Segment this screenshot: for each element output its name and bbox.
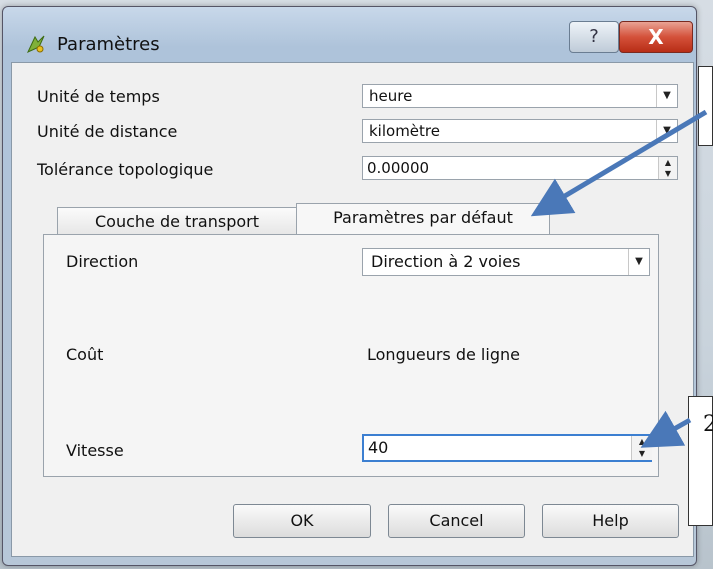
callout-box-top xyxy=(698,66,713,146)
tolerance-value: 0.00000 xyxy=(367,159,430,177)
chevron-down-icon: ▼ xyxy=(628,249,649,275)
cost-label: Coût xyxy=(66,345,104,364)
direction-select[interactable]: Direction à 2 voies ▼ xyxy=(362,248,650,276)
help-button[interactable]: Help xyxy=(542,504,679,538)
close-button[interactable]: X xyxy=(619,21,693,53)
tolerance-spinbox[interactable]: 0.00000 ▲ ▼ xyxy=(362,156,678,180)
direction-value: Direction à 2 voies xyxy=(371,252,521,271)
tab-transport-layer[interactable]: Couche de transport xyxy=(57,207,297,235)
distance-unit-value: kilomètre xyxy=(369,122,440,140)
cancel-button[interactable]: Cancel xyxy=(388,504,525,538)
tab-default-settings[interactable]: Paramètres par défaut xyxy=(296,203,550,234)
time-unit-label: Unité de temps xyxy=(37,87,160,106)
chevron-down-icon: ▼ xyxy=(656,85,677,107)
speed-value: 40 xyxy=(368,438,389,457)
qgis-app-icon xyxy=(26,35,45,54)
time-unit-select[interactable]: heure ▼ xyxy=(362,84,678,108)
chevron-down-icon: ▼ xyxy=(656,120,677,142)
distance-unit-select[interactable]: kilomètre ▼ xyxy=(362,119,678,143)
title-bar[interactable]: Paramètres ? X xyxy=(3,7,696,55)
window-title: Paramètres xyxy=(57,34,160,55)
cost-value: Longueurs de ligne xyxy=(367,345,520,364)
context-help-button[interactable]: ? xyxy=(569,21,619,53)
ok-button[interactable]: OK xyxy=(233,504,371,538)
distance-unit-label: Unité de distance xyxy=(37,122,178,141)
callout-number: 2 xyxy=(703,412,713,437)
spin-arrows-icon[interactable]: ▲ ▼ xyxy=(658,157,677,179)
spin-arrows-icon[interactable]: ▲ ▼ xyxy=(631,436,652,460)
time-unit-value: heure xyxy=(369,87,413,105)
tolerance-label: Tolérance topologique xyxy=(37,160,214,179)
direction-label: Direction xyxy=(66,252,139,271)
speed-label: Vitesse xyxy=(66,441,124,460)
speed-spinbox[interactable]: 40 ▲ ▼ xyxy=(362,434,652,462)
